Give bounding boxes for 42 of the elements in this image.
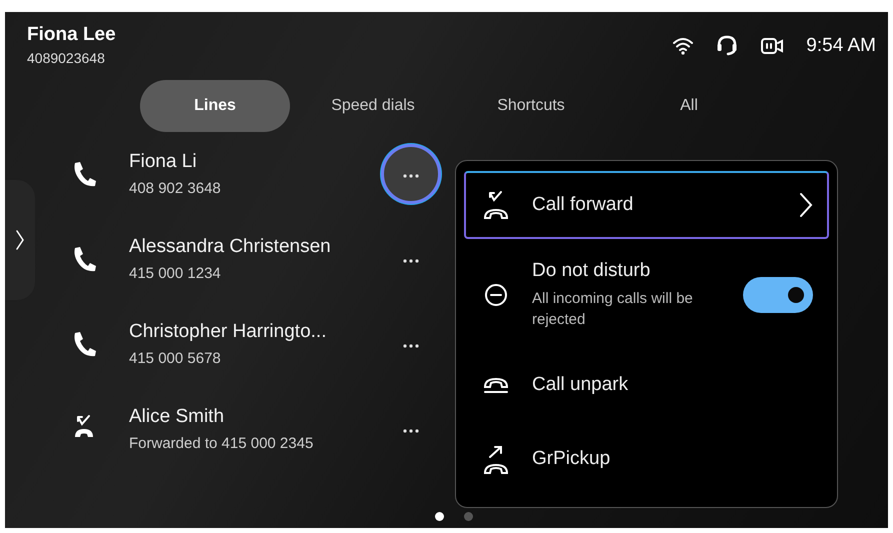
tab[interactable]: Speed dials: [298, 80, 448, 132]
ellipsis-icon: [403, 344, 419, 348]
line-name: Christopher Harringto...: [129, 320, 328, 342]
menu-item-description: All incoming calls will be rejected: [532, 289, 694, 330]
line-name: Alice Smith: [129, 406, 226, 428]
ellipsis-icon: [403, 174, 419, 178]
menu-item[interactable]: GrPickup: [464, 425, 829, 493]
wifi-icon: [672, 37, 694, 55]
more-options-button[interactable]: [381, 144, 441, 204]
tab[interactable]: All: [614, 80, 764, 132]
side-panel-handle[interactable]: [5, 180, 35, 300]
toggle-switch[interactable]: [743, 277, 813, 313]
ellipsis-icon: [403, 428, 419, 432]
line-detail: 415 000 1234: [129, 264, 222, 282]
menu-item-label: Call forward: [532, 194, 634, 216]
menu-item[interactable]: Call forward: [464, 171, 829, 239]
line-detail: 408 902 3648: [129, 180, 222, 196]
menu-item-label: GrPickup: [532, 448, 612, 470]
line-name: Fiona Li: [129, 150, 198, 172]
device-icon: [760, 36, 784, 56]
menu-item[interactable]: Do not disturb All incoming calls will be rejected: [464, 245, 829, 345]
tab[interactable]: Shortcuts: [456, 80, 606, 132]
ellipsis-icon: [403, 258, 419, 262]
menu-item[interactable]: Call unpark: [464, 351, 829, 419]
user-name: Fiona Lee: [27, 24, 116, 46]
page-dot[interactable]: [435, 512, 444, 521]
call-forward-icon: [482, 190, 510, 220]
line-detail: Forwarded to 415 000 2345: [129, 434, 314, 452]
user-number: 4089023648: [27, 50, 106, 66]
tab[interactable]: Lines: [140, 80, 290, 132]
call-pickup-icon: [482, 443, 510, 475]
line-name: Alessandra Christensen: [129, 236, 332, 258]
minus-circle-icon: [484, 283, 508, 307]
menu-item-label: Do not disturb: [532, 260, 652, 282]
chevron-right-icon: [15, 229, 25, 251]
clock-time: 9:54 AM: [806, 35, 876, 57]
line-detail: 415 000 5678: [129, 350, 222, 366]
handset-icon: [482, 375, 510, 395]
chevron-right-icon: [799, 192, 813, 218]
menu-item-label: Call unpark: [532, 374, 630, 396]
page-dot[interactable]: [464, 512, 473, 521]
headset-icon: [716, 34, 738, 58]
